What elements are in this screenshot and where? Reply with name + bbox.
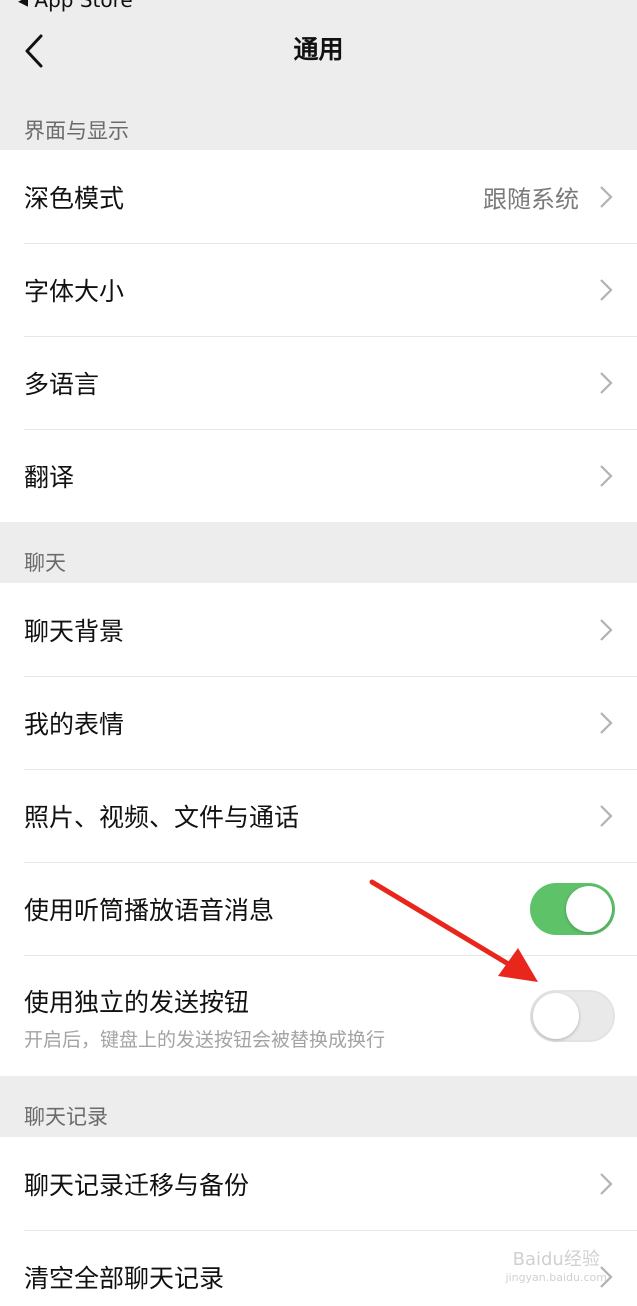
group-display: 深色模式 跟随系统 字体大小 多语言 翻译 [0,150,637,522]
row-value: 跟随系统 [483,185,579,213]
chevron-right-icon [600,1172,613,1195]
row-label: 聊天背景 [24,616,125,646]
row-translate[interactable]: 翻译 [0,429,637,522]
settings-page: ◂ App Store 通用 界面与显示 深色模式 跟随系统 字体大小 多语言 … [0,0,637,1306]
row-media-files-calls[interactable]: 照片、视频、文件与通话 [0,769,637,862]
nav-bar: ◂ App Store 通用 [0,0,637,105]
separate-send-button-toggle[interactable] [530,989,615,1042]
group-chat: 聊天背景 我的表情 照片、视频、文件与通话 使用听筒播放语音消息 使用独立的发送… [0,583,637,1076]
row-label: 翻译 [24,462,75,492]
watermark-url: jingyan.baidu.com [505,1271,607,1284]
row-language[interactable]: 多语言 [0,336,637,429]
row-separate-send-button: 使用独立的发送按钮 开启后，键盘上的发送按钮会被替换成换行 [0,955,637,1076]
row-label: 字体大小 [24,276,125,306]
row-label: 使用独立的发送按钮 [24,988,250,1017]
page-title: 通用 [293,35,344,64]
chevron-right-icon [600,278,613,301]
row-label: 多语言 [24,369,100,399]
earpiece-playback-toggle[interactable] [530,882,615,935]
chevron-right-icon [600,711,613,734]
chevron-right-icon [600,804,613,827]
chevron-right-icon [600,464,613,487]
row-font-size[interactable]: 字体大小 [0,243,637,336]
row-label: 照片、视频、文件与通话 [24,802,300,832]
row-label: 深色模式 [24,183,125,213]
status-back-to-app-store[interactable]: ◂ App Store [18,0,133,12]
row-label: 使用听筒播放语音消息 [24,895,275,925]
toggle-knob [566,885,612,932]
baidu-watermark-logo: Baidu经验 jingyan.baidu.com [505,1245,607,1284]
watermark-brand: Baidu经验 [512,1249,600,1270]
row-chat-background[interactable]: 聊天背景 [0,583,637,676]
row-earpiece-playback: 使用听筒播放语音消息 [0,862,637,955]
chevron-right-icon [600,185,613,208]
row-my-stickers[interactable]: 我的表情 [0,676,637,769]
section-header-chat: 聊天 [24,551,66,575]
row-chat-migrate-backup[interactable]: 聊天记录迁移与备份 [0,1137,637,1230]
row-label: 聊天记录迁移与备份 [24,1170,250,1200]
chevron-right-icon [600,371,613,394]
row-description: 开启后，键盘上的发送按钮会被替换成换行 [24,1029,386,1051]
section-header-display: 界面与显示 [24,119,129,143]
row-dark-mode[interactable]: 深色模式 跟随系统 [0,150,637,243]
toggle-knob [533,992,579,1039]
row-label: 我的表情 [24,709,125,739]
row-label: 清空全部聊天记录 [24,1263,225,1293]
section-header-history: 聊天记录 [24,1105,108,1129]
chevron-right-icon [600,618,613,641]
